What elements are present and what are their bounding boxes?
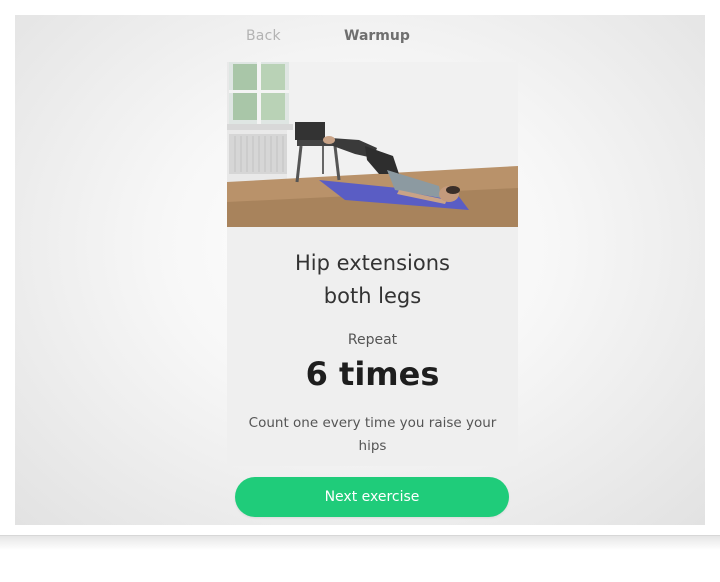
- exercise-name-line-1: Hip extensions: [295, 251, 450, 275]
- exercise-instruction: Count one every time you raise your hips: [248, 415, 497, 454]
- exercise-image: [227, 62, 518, 227]
- exercise-name-line-2: both legs: [323, 284, 422, 308]
- exercise-card: Hip extensions both legs Repeat 6 times …: [227, 62, 518, 466]
- back-link[interactable]: Back: [246, 28, 281, 44]
- exercise-name: Hip extensions both legs: [227, 247, 518, 313]
- repeat-count: 6 times: [305, 355, 440, 393]
- repeat-label: Repeat: [347, 332, 398, 348]
- top-navigation-bar: Back Warmup: [227, 20, 518, 52]
- shadow: [0, 536, 720, 550]
- next-exercise-button[interactable]: Next exercise: [235, 477, 509, 517]
- exercise-photo-illustration: [227, 62, 518, 227]
- page-title: Warmup: [344, 28, 410, 44]
